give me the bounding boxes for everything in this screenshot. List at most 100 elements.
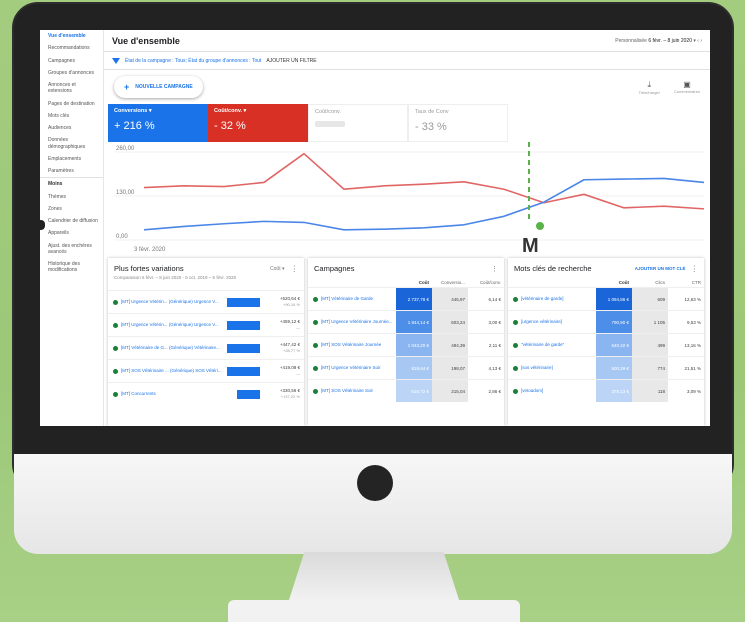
y-tick-label: 130,00 — [116, 190, 135, 196]
sidebar-item-audiences[interactable]: Audiences — [40, 122, 103, 134]
cost-cell: 2 737,78 € — [396, 288, 432, 310]
blurred-value — [315, 121, 345, 127]
table-row[interactable]: [MT] SOS Vétérinaire ... (Générique) SOS… — [108, 359, 304, 382]
table-row[interactable]: [MT] Vétérinaire de Garde 2 737,78 €445,9… — [308, 287, 504, 310]
status-dot — [513, 319, 518, 325]
col-header[interactable]: Clics — [632, 277, 668, 287]
add-filter-link[interactable]: AJOUTER UN FILTRE — [266, 58, 316, 64]
keyword-name[interactable]: [vétérinaire de garde] — [521, 296, 596, 302]
table-row[interactable]: [MT] SOS Vétérinaire Journée 1 043,20 €49… — [308, 333, 504, 356]
sidebar-item-bid-adjustments[interactable]: Ajust. des enchères avancés — [40, 240, 103, 259]
table-row[interactable]: [MT] Urgence Vétérin... (Générique) Urge… — [108, 313, 304, 336]
table-row[interactable]: [MT] Urgence Vétérin... (Générique) Urge… — [108, 290, 304, 313]
table-row[interactable]: [MT] Concurrents +330,56 € +137,22 % — [108, 382, 304, 405]
variation-name[interactable]: [MT] Urgence Vétérin... (Générique) Urge… — [121, 299, 227, 305]
sidebar-item-ad-groups[interactable]: Groupes d'annonces — [40, 67, 103, 79]
keyword-name[interactable]: [urgence vétérinaire] — [521, 319, 596, 325]
scorecard-conversions[interactable]: Conversions ▾ + 216 % — [108, 104, 208, 142]
sidebar-item-locations[interactable]: Zones — [40, 203, 103, 215]
sidebar-item-placements[interactable]: Emplacements — [40, 153, 103, 165]
campaign-name[interactable]: [MT] Urgence Vétérinaire Soir — [321, 365, 396, 371]
scorecard-cost-per-conv[interactable]: Coût/conv. ▾ - 32 % — [208, 104, 308, 142]
scorecard-conv-rate[interactable]: Taux de Conv - 33 % — [408, 104, 508, 142]
status-dot — [513, 296, 518, 302]
sidebar-item-campaigns[interactable]: Campagnes — [40, 55, 103, 67]
scorecard-label: Coût/conv. — [315, 109, 341, 115]
sidebar-item-topics[interactable]: Thèmes — [40, 191, 103, 203]
y-tick-label: 260,00 — [116, 146, 135, 152]
variation-bar — [227, 366, 260, 376]
cost-per-conv-cell: 6,14 € — [488, 296, 501, 302]
sidebar-item-landing-pages[interactable]: Pages de destination — [40, 98, 103, 110]
status-dot — [313, 296, 318, 302]
col-header[interactable]: Coût — [396, 277, 432, 287]
sidebar-item-change-history[interactable]: Historique des modifications — [40, 258, 103, 277]
scorecard-cost-conv-blurred[interactable]: Coût/conv. — [308, 104, 408, 142]
panel-title: Campagnes — [314, 264, 355, 273]
campaign-name[interactable]: [MT] Urgence Vétérinaire Journée... — [321, 319, 396, 325]
sidebar-item-ad-schedule[interactable]: Calendrier de diffusion — [40, 215, 103, 227]
date-range-label: Personnalisée — [615, 37, 647, 44]
table-row[interactable]: [vétérinaire de garde] 1 094,86 €609 12,63… — [508, 287, 704, 310]
cost-per-conv-cell: 2,86 € — [488, 388, 501, 394]
sidebar-item-demographics[interactable]: Données démographiques — [40, 134, 103, 153]
series-line-1 — [143, 152, 705, 210]
chevron-down-icon: ▾ ‹ › — [693, 37, 702, 44]
campaign-name[interactable]: [MT] SOS Vétérinaire Soir — [321, 388, 396, 394]
sidebar-item-settings[interactable]: Paramètres — [40, 165, 103, 177]
feedback-button[interactable]: ▣ Commentaires — [674, 80, 700, 95]
col-header[interactable]: Coût/conv. — [468, 277, 504, 287]
conversions-cell: 198,07 — [432, 357, 468, 379]
keywords-panel: Mots clés de recherche AJOUTER UN MOT CL… — [508, 258, 704, 426]
sidebar-item-ads[interactable]: Annonces et extensions — [40, 79, 103, 98]
add-keyword-button[interactable]: AJOUTER UN MOT CLÉ — [635, 266, 686, 271]
variation-name[interactable]: [MT] SOS Vétérinaire ... (Générique) SOS… — [121, 368, 227, 374]
campaign-name[interactable]: [MT] SOS Vétérinaire Journée — [321, 342, 396, 348]
table-row[interactable]: [MT] Urgence Vétérinaire Journée... 1 844… — [308, 310, 504, 333]
more-vert-icon[interactable]: ⋮ — [291, 264, 299, 273]
col-header[interactable]: Conversio... — [432, 277, 468, 287]
sidebar-item-overview[interactable]: Vue d'ensemble — [40, 30, 103, 42]
sidebar-item-keywords[interactable]: Mots clés — [40, 110, 103, 122]
keyword-name[interactable]: [sos vétérinaire] — [521, 365, 596, 371]
keyword-name[interactable]: "vétérinaire de garde" — [521, 342, 596, 348]
amount-value: +447,42 € — [279, 342, 300, 348]
variation-amount: +419,08 € — — [266, 365, 304, 376]
date-range-picker[interactable]: Personnalisée 6 févr. – 8 juin 2020 ▾ ‹ … — [615, 38, 702, 44]
status-dot — [313, 342, 318, 348]
table-row[interactable]: [MT] SOS Vétérinaire Soir 615,72 €215,04 2… — [308, 379, 504, 402]
sidebar-item-less[interactable]: Moins — [40, 177, 103, 190]
sidebar-item-recommendations[interactable]: Recommandations — [40, 42, 103, 54]
cost-cell: 500,29 € — [596, 357, 632, 379]
download-button[interactable]: ⤓ Télécharger — [639, 80, 660, 95]
table-row[interactable]: "vétérinaire de garde" 640,42 €499 13,16 % — [508, 333, 704, 356]
brand-logo: M — [522, 235, 539, 257]
variation-name[interactable]: [MT] Concurrents — [121, 391, 237, 397]
more-vert-icon[interactable]: ⋮ — [491, 265, 498, 273]
table-row[interactable]: [MT] Vétérinaire de G... (Générique) Vét… — [108, 336, 304, 359]
table-row[interactable]: [urgence vétérinaire] 790,90 €1 105 9,53 % — [508, 310, 704, 333]
more-vert-icon[interactable]: ⋮ — [691, 264, 699, 273]
amount-value: +330,56 € — [279, 388, 300, 394]
cost-cell: 1 043,20 € — [396, 334, 432, 356]
table-row[interactable]: [sos vétérinaire] 500,29 €774 21,51 % — [508, 356, 704, 379]
cost-cell: 375,13 € — [596, 380, 632, 402]
sidebar-item-devices[interactable]: Appareils — [40, 227, 103, 239]
amount-value: +459,12 € — [279, 319, 300, 325]
new-campaign-button[interactable]: + NOUVELLE CAMPAGNE — [114, 76, 203, 98]
monitor-base — [228, 600, 520, 622]
table-row[interactable]: [vetoadom] 375,13 €118 3,09 % — [508, 379, 704, 402]
panel-title: Mots clés de recherche — [514, 264, 592, 273]
metric-select[interactable]: Coût ▾ — [270, 266, 284, 272]
col-header[interactable]: Coût — [596, 277, 632, 287]
variation-name[interactable]: [MT] Vétérinaire de G... (Générique) Vét… — [121, 345, 227, 351]
table-row[interactable]: [MT] Urgence Vétérinaire Soir 819,64 €198… — [308, 356, 504, 379]
scorecard-label: Conversions ▾ — [114, 108, 152, 114]
keyword-name[interactable]: [vetoadom] — [521, 388, 596, 394]
status-dot — [513, 342, 518, 348]
col-header[interactable]: CTR — [668, 277, 704, 287]
variation-name[interactable]: [MT] Urgence Vétérin... (Générique) Urge… — [121, 322, 227, 328]
filter-icon[interactable] — [112, 57, 120, 64]
status-dot — [113, 345, 118, 351]
campaign-name[interactable]: [MT] Vétérinaire de Garde — [321, 296, 396, 302]
